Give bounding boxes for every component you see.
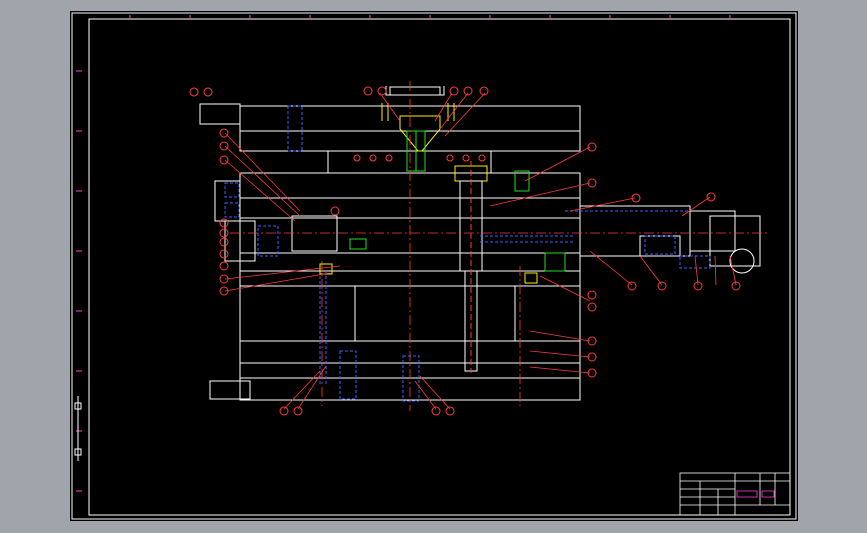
left-guide-block — [214, 180, 241, 222]
callout-4 — [463, 86, 473, 96]
callout-34 — [431, 406, 441, 416]
left-top-block — [199, 103, 241, 125]
hot-runner-manifold — [327, 150, 492, 174]
slide-housing — [579, 205, 691, 257]
zone-marks-left — [76, 70, 82, 492]
callouts-left — [189, 87, 340, 296]
callout-35 — [445, 406, 455, 416]
callout-6 — [189, 87, 199, 97]
right-slide-mechanism — [579, 205, 761, 274]
callout-1 — [363, 86, 373, 96]
zone-marks-top — [129, 15, 731, 19]
color-details — [319, 170, 566, 284]
nozzle-assembly — [381, 86, 455, 172]
callout-22 — [706, 192, 716, 202]
callout-18 — [330, 206, 340, 216]
title-block — [679, 472, 791, 516]
lifter-block — [291, 215, 338, 252]
mold-assembly-drawing — [71, 12, 797, 520]
callout-10 — [219, 155, 229, 165]
callouts-bottom — [279, 406, 455, 416]
callout-2 — [377, 86, 387, 96]
callout-11 — [219, 218, 229, 228]
callout-24 — [587, 302, 597, 312]
callout-23 — [587, 290, 597, 300]
callout-12 — [219, 228, 229, 238]
callout-15 — [219, 261, 229, 271]
outer-border — [71, 12, 797, 520]
left-bottom-block — [209, 380, 251, 400]
cylinder-end-circle — [729, 248, 755, 274]
callout-14 — [219, 249, 229, 259]
callout-13 — [219, 237, 229, 247]
callout-32 — [279, 406, 289, 416]
callout-9 — [219, 141, 229, 151]
callout-28 — [627, 281, 637, 291]
slide-end-block — [689, 210, 736, 252]
callouts-right-upper — [587, 142, 716, 203]
callouts-right-lower — [587, 281, 741, 378]
slide-insert — [639, 235, 681, 257]
callout-7 — [203, 87, 213, 97]
drawing-frame — [70, 11, 798, 521]
callout-29 — [657, 281, 667, 291]
scale-bar-left — [74, 396, 82, 461]
spacer-block-zone — [239, 285, 581, 342]
manifold-holes — [353, 154, 486, 162]
callout-8 — [219, 128, 229, 138]
callouts-top — [363, 86, 489, 96]
callout-3 — [449, 86, 459, 96]
callout-33 — [293, 406, 303, 416]
